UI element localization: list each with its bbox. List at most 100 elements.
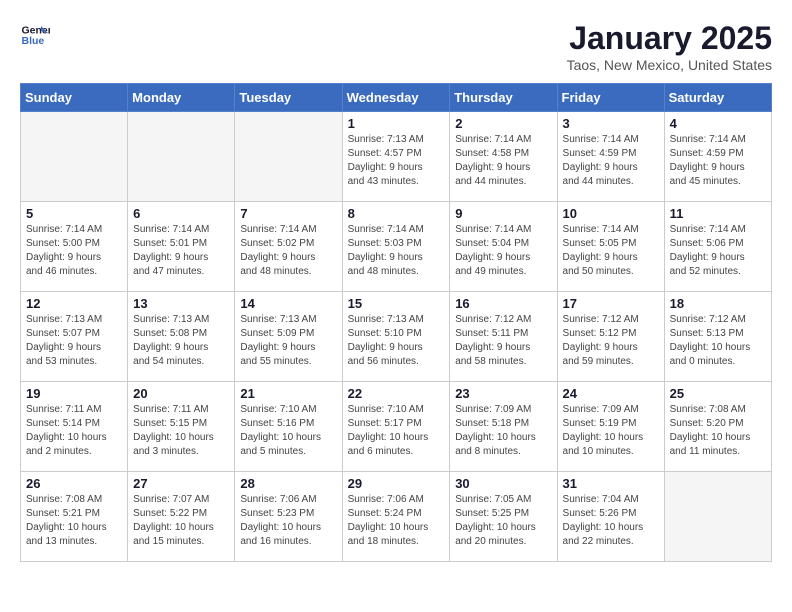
calendar-day-cell: 10 Sunrise: 7:14 AM Sunset: 5:05 PM Dayli… <box>557 202 664 292</box>
day-number: 13 <box>133 296 229 311</box>
day-number: 16 <box>455 296 551 311</box>
day-number: 21 <box>240 386 336 401</box>
day-info: Sunrise: 7:10 AM Sunset: 5:17 PM Dayligh… <box>348 403 445 459</box>
day-number: 29 <box>348 476 445 491</box>
day-info: Sunrise: 7:13 AM Sunset: 5:09 PM Dayligh… <box>240 313 336 369</box>
calendar-day-cell: 24 Sunrise: 7:09 AM Sunset: 5:19 PM Dayli… <box>557 382 664 472</box>
day-info: Sunrise: 7:14 AM Sunset: 4:59 PM Dayligh… <box>563 133 659 189</box>
day-info: Sunrise: 7:13 AM Sunset: 5:08 PM Dayligh… <box>133 313 229 369</box>
day-info: Sunrise: 7:14 AM Sunset: 5:00 PM Dayligh… <box>26 223 122 279</box>
calendar-day-header: Wednesday <box>342 84 450 112</box>
title-block: January 2025 Taos, New Mexico, United St… <box>567 20 772 73</box>
day-number: 4 <box>670 116 766 131</box>
day-info: Sunrise: 7:04 AM Sunset: 5:26 PM Dayligh… <box>563 493 659 549</box>
day-number: 20 <box>133 386 229 401</box>
calendar-day-cell: 30Sunrise: 7:05 AM Sunset: 5:25 PM Dayli… <box>450 472 557 562</box>
day-number: 11 <box>670 206 766 221</box>
calendar-day-header: Sunday <box>21 84 128 112</box>
calendar-day-cell: 11 Sunrise: 7:14 AM Sunset: 5:06 PM Dayli… <box>664 202 771 292</box>
calendar-day-cell: 1 Sunrise: 7:13 AM Sunset: 4:57 PM Daylig… <box>342 112 450 202</box>
day-number: 17 <box>563 296 659 311</box>
calendar-day-cell: 19Sunrise: 7:11 AM Sunset: 5:14 PM Dayli… <box>21 382 128 472</box>
calendar-day-cell: 22 Sunrise: 7:10 AM Sunset: 5:17 PM Dayli… <box>342 382 450 472</box>
day-number: 25 <box>670 386 766 401</box>
day-info: Sunrise: 7:11 AM Sunset: 5:14 PM Dayligh… <box>26 403 122 459</box>
calendar-day-header: Friday <box>557 84 664 112</box>
calendar-day-cell <box>21 112 128 202</box>
calendar-day-cell: 8Sunrise: 7:14 AM Sunset: 5:03 PM Daylig… <box>342 202 450 292</box>
calendar-day-cell: 27 Sunrise: 7:07 AM Sunset: 5:22 PM Dayli… <box>128 472 235 562</box>
calendar-day-header: Saturday <box>664 84 771 112</box>
day-number: 24 <box>563 386 659 401</box>
day-number: 15 <box>348 296 445 311</box>
calendar-day-cell: 2Sunrise: 7:14 AM Sunset: 4:58 PM Daylig… <box>450 112 557 202</box>
day-info: Sunrise: 7:14 AM Sunset: 5:02 PM Dayligh… <box>240 223 336 279</box>
calendar-table: SundayMondayTuesdayWednesdayThursdayFrid… <box>20 83 772 562</box>
calendar-day-cell: 9 Sunrise: 7:14 AM Sunset: 5:04 PM Daylig… <box>450 202 557 292</box>
day-number: 12 <box>26 296 122 311</box>
day-number: 7 <box>240 206 336 221</box>
svg-text:Blue: Blue <box>22 35 45 47</box>
calendar-day-cell <box>664 472 771 562</box>
calendar-day-cell: 23Sunrise: 7:09 AM Sunset: 5:18 PM Dayli… <box>450 382 557 472</box>
calendar-week-row: 12 Sunrise: 7:13 AM Sunset: 5:07 PM Dayli… <box>21 292 772 382</box>
calendar-day-cell: 13 Sunrise: 7:13 AM Sunset: 5:08 PM Dayli… <box>128 292 235 382</box>
day-number: 9 <box>455 206 551 221</box>
day-info: Sunrise: 7:12 AM Sunset: 5:12 PM Dayligh… <box>563 313 659 369</box>
day-info: Sunrise: 7:14 AM Sunset: 5:05 PM Dayligh… <box>563 223 659 279</box>
day-number: 22 <box>348 386 445 401</box>
day-number: 28 <box>240 476 336 491</box>
calendar-day-cell: 31Sunrise: 7:04 AM Sunset: 5:26 PM Dayli… <box>557 472 664 562</box>
calendar-day-cell: 21Sunrise: 7:10 AM Sunset: 5:16 PM Dayli… <box>235 382 342 472</box>
day-number: 14 <box>240 296 336 311</box>
day-number: 30 <box>455 476 551 491</box>
day-info: Sunrise: 7:14 AM Sunset: 5:06 PM Dayligh… <box>670 223 766 279</box>
calendar-day-cell: 6 Sunrise: 7:14 AM Sunset: 5:01 PM Daylig… <box>128 202 235 292</box>
day-number: 2 <box>455 116 551 131</box>
calendar-week-row: 1 Sunrise: 7:13 AM Sunset: 4:57 PM Daylig… <box>21 112 772 202</box>
day-info: Sunrise: 7:14 AM Sunset: 5:04 PM Dayligh… <box>455 223 551 279</box>
day-info: Sunrise: 7:12 AM Sunset: 5:11 PM Dayligh… <box>455 313 551 369</box>
calendar-day-header: Monday <box>128 84 235 112</box>
calendar-day-cell: 14 Sunrise: 7:13 AM Sunset: 5:09 PM Dayli… <box>235 292 342 382</box>
calendar-day-cell <box>235 112 342 202</box>
day-number: 10 <box>563 206 659 221</box>
calendar-day-cell: 12 Sunrise: 7:13 AM Sunset: 5:07 PM Dayli… <box>21 292 128 382</box>
day-info: Sunrise: 7:09 AM Sunset: 5:18 PM Dayligh… <box>455 403 551 459</box>
calendar-day-cell: 4 Sunrise: 7:14 AM Sunset: 4:59 PM Daylig… <box>664 112 771 202</box>
day-number: 6 <box>133 206 229 221</box>
day-info: Sunrise: 7:11 AM Sunset: 5:15 PM Dayligh… <box>133 403 229 459</box>
calendar-day-cell: 17 Sunrise: 7:12 AM Sunset: 5:12 PM Dayli… <box>557 292 664 382</box>
day-info: Sunrise: 7:13 AM Sunset: 4:57 PM Dayligh… <box>348 133 445 189</box>
calendar-day-cell: 29Sunrise: 7:06 AM Sunset: 5:24 PM Dayli… <box>342 472 450 562</box>
calendar-day-header: Tuesday <box>235 84 342 112</box>
calendar-day-cell: 16 Sunrise: 7:12 AM Sunset: 5:11 PM Dayli… <box>450 292 557 382</box>
calendar-day-cell: 3 Sunrise: 7:14 AM Sunset: 4:59 PM Daylig… <box>557 112 664 202</box>
day-info: Sunrise: 7:14 AM Sunset: 4:59 PM Dayligh… <box>670 133 766 189</box>
calendar-day-cell: 7 Sunrise: 7:14 AM Sunset: 5:02 PM Daylig… <box>235 202 342 292</box>
calendar-week-row: 26Sunrise: 7:08 AM Sunset: 5:21 PM Dayli… <box>21 472 772 562</box>
calendar-day-cell: 20 Sunrise: 7:11 AM Sunset: 5:15 PM Dayli… <box>128 382 235 472</box>
calendar-week-row: 5 Sunrise: 7:14 AM Sunset: 5:00 PM Daylig… <box>21 202 772 292</box>
logo-icon: General Blue <box>20 20 50 50</box>
calendar-day-cell <box>128 112 235 202</box>
day-info: Sunrise: 7:08 AM Sunset: 5:20 PM Dayligh… <box>670 403 766 459</box>
calendar-day-header: Thursday <box>450 84 557 112</box>
day-number: 8 <box>348 206 445 221</box>
day-info: Sunrise: 7:09 AM Sunset: 5:19 PM Dayligh… <box>563 403 659 459</box>
day-info: Sunrise: 7:13 AM Sunset: 5:07 PM Dayligh… <box>26 313 122 369</box>
day-number: 5 <box>26 206 122 221</box>
day-info: Sunrise: 7:07 AM Sunset: 5:22 PM Dayligh… <box>133 493 229 549</box>
day-number: 1 <box>348 116 445 131</box>
calendar-day-cell: 26Sunrise: 7:08 AM Sunset: 5:21 PM Dayli… <box>21 472 128 562</box>
day-number: 3 <box>563 116 659 131</box>
day-number: 18 <box>670 296 766 311</box>
day-info: Sunrise: 7:13 AM Sunset: 5:10 PM Dayligh… <box>348 313 445 369</box>
day-info: Sunrise: 7:08 AM Sunset: 5:21 PM Dayligh… <box>26 493 122 549</box>
calendar-day-cell: 25 Sunrise: 7:08 AM Sunset: 5:20 PM Dayli… <box>664 382 771 472</box>
day-info: Sunrise: 7:14 AM Sunset: 5:01 PM Dayligh… <box>133 223 229 279</box>
day-number: 27 <box>133 476 229 491</box>
location-subtitle: Taos, New Mexico, United States <box>567 57 772 73</box>
day-info: Sunrise: 7:12 AM Sunset: 5:13 PM Dayligh… <box>670 313 766 369</box>
calendar-day-cell: 15 Sunrise: 7:13 AM Sunset: 5:10 PM Dayli… <box>342 292 450 382</box>
